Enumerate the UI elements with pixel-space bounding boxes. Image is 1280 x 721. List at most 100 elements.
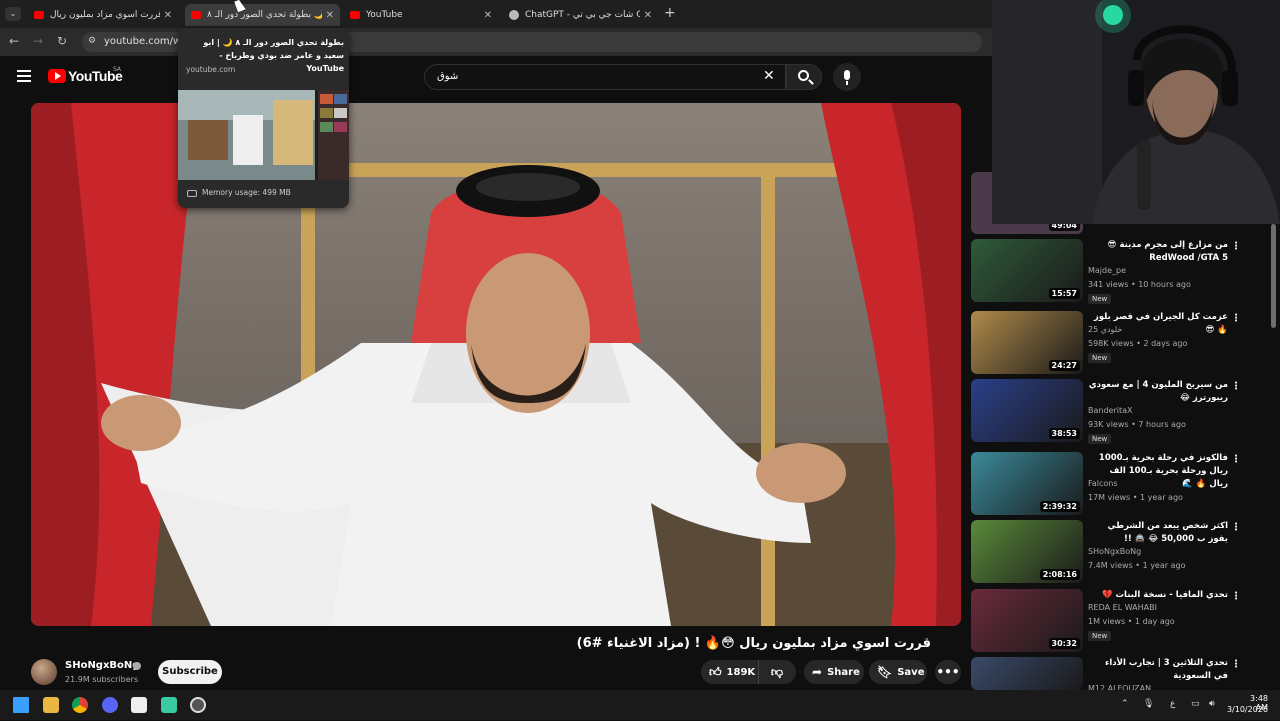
verified-icon [133, 662, 141, 670]
new-badge: New [1088, 294, 1112, 304]
tab-chatgpt[interactable]: ChatGPT - شات جي بي تي GPT ✕ [503, 4, 658, 26]
like-count: 189K [726, 666, 756, 678]
close-icon[interactable]: ✕ [326, 10, 334, 21]
like-button[interactable]: 👍︎ 189K [701, 660, 759, 684]
avatar[interactable] [31, 659, 57, 685]
tab-title: ChatGPT - شات جي بي تي GPT [525, 10, 640, 20]
file-explorer-icon[interactable] [43, 697, 59, 713]
more-icon: ••• [936, 665, 960, 679]
video-thumbnail[interactable]: 2:08:16 [971, 520, 1083, 583]
close-icon[interactable]: ✕ [484, 10, 492, 21]
video-thumbnail[interactable]: 38:53 [971, 379, 1083, 442]
recommended-video[interactable]: 2:08:16 اكثر شخص يبعد من الشرطي يفوز ب 50… [971, 520, 1246, 584]
video-thumbnail[interactable] [971, 657, 1083, 690]
recommended-video-meta: 17M views • 1 year ago [1088, 493, 1183, 502]
recommended-video[interactable]: 2:39:32 فالكونز في رحلة بحرية بـ1000 ريال… [971, 452, 1246, 516]
obs-icon[interactable] [190, 697, 206, 713]
chevron-up-icon[interactable]: ⌃ [1121, 699, 1129, 709]
recommended-video-title[interactable]: من سيربح المليون 4 | مع سعودي ريبورترز 😂 [1088, 379, 1228, 405]
dislike-button[interactable]: 👎︎ [759, 660, 795, 684]
video-player[interactable] [31, 103, 961, 626]
recommended-video-title[interactable]: تحدي المافيا - نسخة البنات 💔 [1088, 589, 1228, 602]
discord-icon[interactable] [102, 697, 118, 713]
more-actions-button[interactable]: ••• [935, 660, 961, 684]
tab-search-button[interactable]: ⌄ [5, 7, 21, 21]
more-options-icon[interactable]: ⋮ [1231, 659, 1241, 670]
save-label: Save [897, 666, 925, 678]
search-button[interactable] [786, 64, 822, 90]
recommended-video-meta: 598K views • 2 days ago [1088, 339, 1188, 348]
more-options-icon[interactable]: ⋮ [1231, 381, 1241, 392]
app-icon[interactable] [161, 697, 177, 713]
scrollbar[interactable] [1271, 224, 1276, 328]
youtube-icon [191, 11, 201, 19]
search-value: شوق [437, 71, 459, 82]
more-options-icon[interactable]: ⋮ [1231, 591, 1241, 602]
chatgpt-icon [509, 10, 519, 20]
video-thumbnail[interactable]: 30:32 [971, 589, 1083, 652]
channel-name[interactable]: SHoNgxBoNg [65, 660, 139, 671]
duration-badge: 30:32 [1048, 638, 1080, 649]
tab-hover-card: بطولة تحدي الصور دور الـ ٨ 🌙 | ابو سعيد … [178, 28, 349, 208]
recommended-video-title[interactable]: من مزارع إلى مجرم مدينة 😎 RedWood /GTA 5 [1088, 239, 1228, 265]
recommended-video[interactable]: 24:27 عزمت كل الجيران في قصر بلوز 🔥 😎 خلود… [971, 311, 1246, 375]
tab-auction-video[interactable]: قررت اسوي مزاد بمليون ريال 😳 ✕ [28, 4, 178, 26]
video-thumbnail[interactable]: 2:39:32 [971, 452, 1083, 515]
back-icon[interactable]: ← [9, 34, 19, 48]
thumbs-up-icon: 👍︎ [709, 664, 722, 679]
recommended-channel-name[interactable]: SHoNgxBoNg [1088, 547, 1141, 556]
forward-icon[interactable]: → [33, 34, 43, 48]
recommended-channel-name[interactable]: Falcons [1088, 479, 1118, 488]
reload-icon[interactable]: ↻ [57, 34, 67, 48]
video-thumbnail[interactable]: 24:27 [971, 311, 1083, 374]
new-badge: New [1088, 631, 1112, 641]
recommended-channel-name[interactable]: REDA EL WAHABI [1088, 603, 1157, 612]
webcam-feed [992, 0, 1280, 224]
more-options-icon[interactable]: ⋮ [1231, 522, 1241, 533]
recommended-channel-name[interactable]: Majde_pe [1088, 266, 1126, 275]
video-thumbnail[interactable]: 15:57 [971, 239, 1083, 302]
duration-badge: 24:27 [1048, 360, 1080, 371]
menu-icon[interactable] [17, 70, 31, 82]
more-options-icon[interactable]: ⋮ [1231, 454, 1241, 465]
new-tab-button[interactable]: + [664, 5, 676, 21]
chrome-icon[interactable] [72, 697, 88, 713]
recommended-channel-name[interactable]: خلودي 25 [1088, 325, 1122, 334]
share-button[interactable]: ➦ Share [804, 660, 864, 684]
hover-card-domain: youtube.com [186, 65, 236, 74]
recommended-video-title[interactable]: اكثر شخص يبعد من الشرطي يفوز ب 50,000 😂 … [1088, 520, 1228, 546]
youtube-logo-icon[interactable] [48, 69, 66, 83]
more-options-icon[interactable]: ⋮ [1231, 313, 1241, 324]
recommended-video[interactable]: 15:57 من مزارع إلى مجرم مدينة 😎 RedWood /… [971, 239, 1246, 304]
duration-badge: 38:53 [1048, 428, 1080, 439]
recommended-video[interactable]: 30:32 تحدي المافيا - نسخة البنات 💔 REDA EL… [971, 589, 1246, 653]
tab-photo-challenge[interactable]: بطولة تحدي الصور دور الـ ٨ 🌙 ✕ [185, 4, 340, 26]
close-icon[interactable]: ✕ [644, 10, 652, 21]
memory-icon [187, 190, 197, 197]
voice-search-button[interactable] [833, 63, 861, 91]
hover-card-memory: Memory usage: 499 MB [202, 188, 291, 197]
clock-date[interactable]: 3/10/2026 [1226, 705, 1268, 714]
windows-start-icon[interactable] [13, 697, 29, 713]
language-indicator[interactable]: ع [1170, 699, 1175, 709]
capcut-icon[interactable] [131, 697, 147, 713]
subscribe-button[interactable]: Subscribe [158, 660, 222, 684]
site-info-icon[interactable]: ⚙ [88, 36, 96, 46]
microphone-icon [844, 70, 850, 85]
close-icon[interactable]: ✕ [164, 10, 172, 21]
volume-icon[interactable]: 🔊︎ [1209, 699, 1215, 709]
search-icon [798, 70, 809, 81]
youtube-icon [34, 11, 44, 19]
recommended-video[interactable]: 38:53 من سيربح المليون 4 | مع سعودي ريبور… [971, 379, 1246, 444]
like-dislike-group: 👍︎ 189K 👎︎ [701, 660, 796, 684]
more-options-icon[interactable]: ⋮ [1231, 241, 1241, 252]
microphone-tray-icon[interactable]: 🎙︎ [1143, 699, 1154, 709]
search-input[interactable]: شوق [424, 64, 786, 90]
recommended-channel-name[interactable]: BanderitaX [1088, 406, 1133, 415]
save-button[interactable]: 🔖︎ Save [869, 660, 927, 684]
display-icon[interactable]: ▭ [1191, 699, 1200, 709]
recommended-video-title[interactable]: تحدي الثلاثين 3 | تجارب الأداء في السعود… [1088, 657, 1228, 683]
tab-youtube[interactable]: YouTube ✕ [344, 4, 498, 26]
clear-search-icon[interactable]: ✕ [763, 68, 775, 84]
hover-card-preview [178, 90, 349, 180]
